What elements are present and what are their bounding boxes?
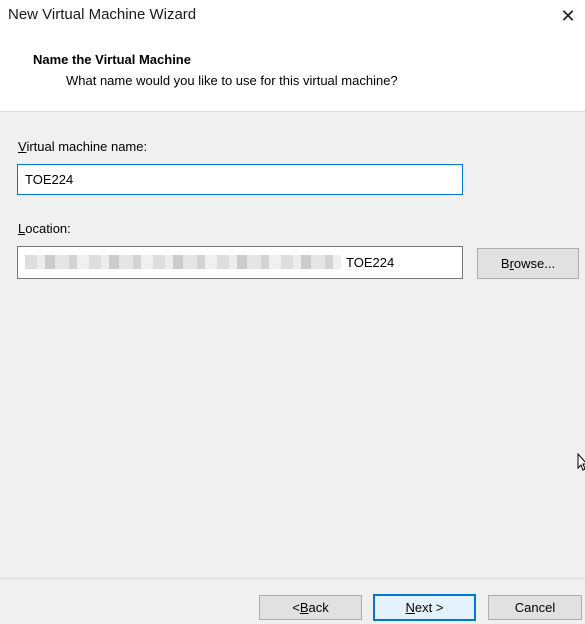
- close-icon: ✕: [560, 5, 576, 26]
- page-subtitle: What name would you like to use for this…: [66, 73, 398, 88]
- mouse-pointer-icon: [577, 453, 585, 471]
- wizard-footer: < Back Next > Cancel: [0, 578, 585, 624]
- vm-name-label: Virtual machine name:: [18, 139, 148, 154]
- close-button[interactable]: ✕: [551, 0, 585, 32]
- location-label: Location:: [18, 221, 71, 236]
- page-title: Name the Virtual Machine: [33, 52, 191, 67]
- vm-name-input[interactable]: [17, 164, 463, 195]
- location-input-value: TOE224: [346, 255, 395, 270]
- back-button[interactable]: < Back: [259, 595, 362, 620]
- browse-button[interactable]: Br owse...: [477, 248, 579, 279]
- wizard-header: Name the Virtual Machine What name would…: [0, 34, 585, 112]
- location-input[interactable]: TOE224: [17, 246, 463, 279]
- cancel-button[interactable]: Cancel: [488, 595, 582, 620]
- title-bar: New Virtual Machine Wizard ✕: [0, 0, 585, 34]
- window-title: New Virtual Machine Wizard: [8, 6, 197, 23]
- redacted-path-blur: [25, 255, 341, 269]
- wizard-content: Virtual machine name: Location: TOE224 B…: [0, 112, 585, 578]
- next-button[interactable]: Next >: [373, 594, 476, 621]
